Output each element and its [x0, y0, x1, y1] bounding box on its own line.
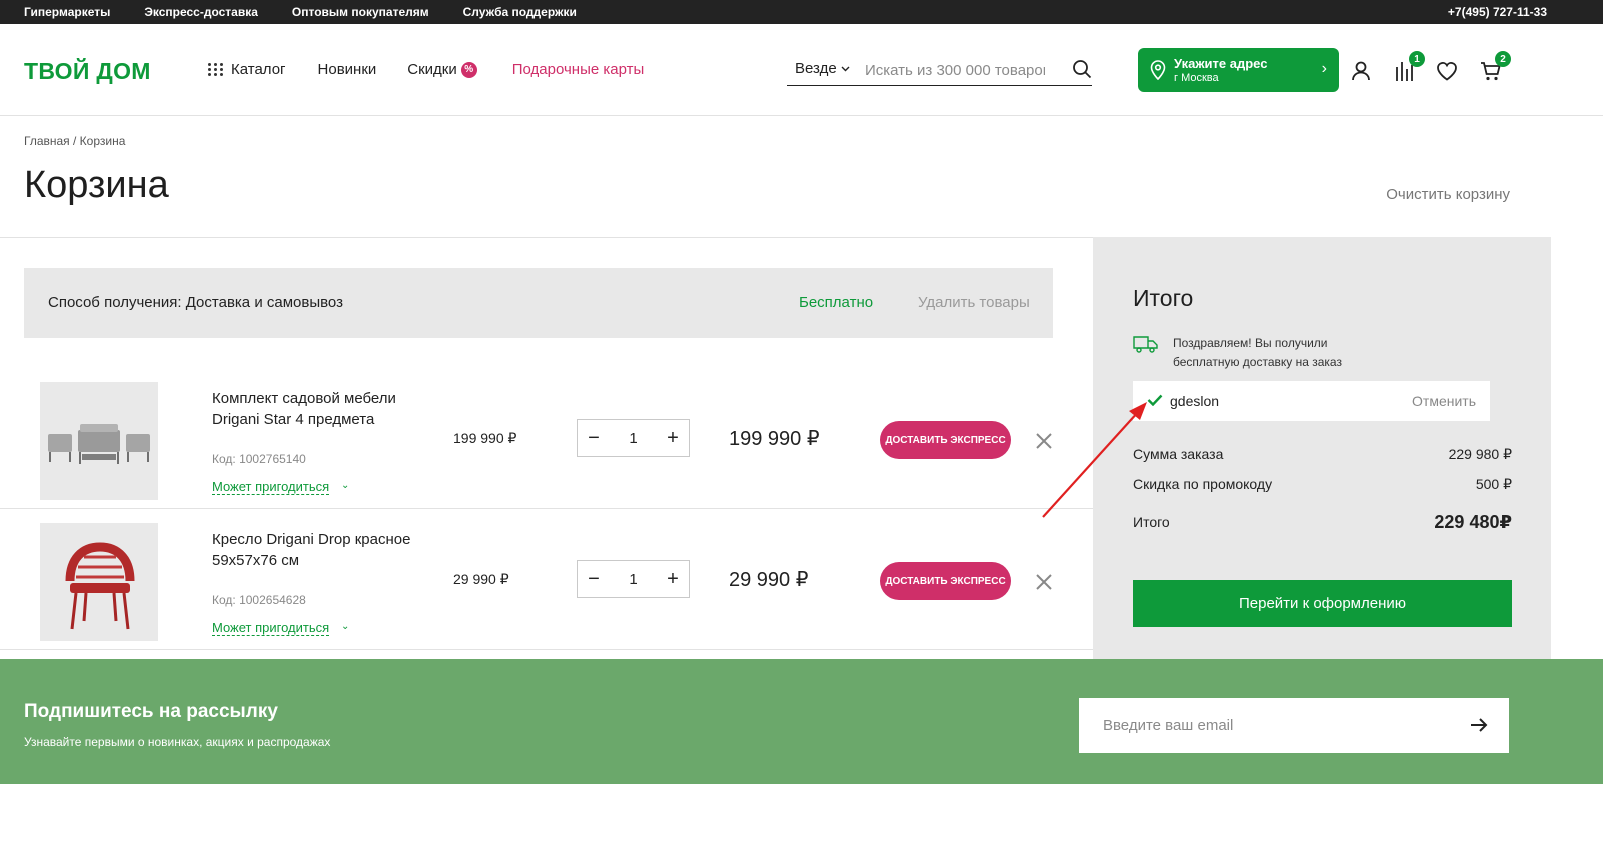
unit-price: 199 990 ₽ — [453, 430, 517, 446]
clear-cart-link[interactable]: Очистить корзину — [1386, 186, 1510, 203]
address-button[interactable]: Укажите адрес г Москва › — [1138, 48, 1339, 92]
product-code: Код: 1002654628 — [212, 593, 306, 607]
compare-icon[interactable]: 1 — [1393, 51, 1425, 83]
top-bar: Гипермаркеты Экспресс-доставка Оптовым п… — [0, 0, 1603, 24]
nav-gift-cards[interactable]: Подарочные карты — [512, 61, 645, 78]
cart-item: Комплект садовой мебели Drigani Star 4 п… — [0, 368, 1093, 509]
nav-catalog[interactable]: Каталог — [208, 61, 286, 78]
grand-total-row: Итого 229 480₽ — [1133, 512, 1512, 532]
decrease-qty-button[interactable]: − — [578, 561, 610, 597]
product-name[interactable]: Кресло Drigani Drop красное 59х57х76 см — [212, 529, 442, 571]
nav-new-label: Новинки — [317, 61, 377, 78]
might-be-useful-link[interactable]: Может пригодиться — [212, 620, 330, 636]
location-pin-icon — [1150, 60, 1166, 80]
arrow-right-icon[interactable] — [1469, 715, 1489, 735]
nav-new[interactable]: Новинки — [318, 61, 377, 78]
product-name[interactable]: Комплект садовой мебели Drigani Star 4 п… — [212, 388, 442, 430]
top-link-hypermarkets[interactable]: Гипермаркеты — [24, 5, 110, 19]
address-city: г Москва — [1174, 72, 1219, 84]
product-code: Код: 1002765140 — [212, 452, 306, 466]
summary-title: Итого — [1133, 285, 1194, 311]
grand-total-label: Итого — [1133, 514, 1170, 530]
chevron-down-icon — [841, 66, 850, 71]
search-bar: Везде — [787, 57, 1092, 86]
increase-qty-button[interactable]: + — [657, 420, 689, 456]
top-link-express[interactable]: Экспресс-доставка — [144, 5, 258, 19]
close-icon[interactable] — [1035, 432, 1053, 450]
quantity-input[interactable] — [610, 561, 657, 597]
newsletter-subtitle: Узнавайте первыми о новинках, акциях и р… — [24, 735, 331, 749]
product-image-chair[interactable] — [40, 523, 158, 641]
increase-qty-button[interactable]: + — [657, 561, 689, 597]
unit-price: 29 990 ₽ — [453, 571, 509, 587]
chevron-down-icon: ⌄ — [341, 621, 350, 632]
check-icon — [1147, 394, 1163, 406]
email-field[interactable] — [1103, 698, 1443, 753]
phone-number[interactable]: +7(495) 727-11-33 — [1448, 5, 1547, 19]
discount-value: 500 ₽ — [1475, 476, 1512, 492]
quantity-stepper: − + — [577, 560, 690, 598]
search-input[interactable] — [865, 57, 1045, 83]
top-links: Гипермаркеты Экспресс-доставка Оптовым п… — [24, 5, 577, 19]
chevron-down-icon: ⌄ — [341, 480, 350, 491]
grand-total-value: 229 480₽ — [1434, 512, 1512, 532]
discount-label: Скидка по промокоду — [1133, 476, 1273, 492]
search-scope-select[interactable]: Везде — [795, 60, 850, 77]
main-nav: Каталог Новинки Скидки % Подарочные карт… — [208, 61, 644, 78]
newsletter-title: Подпишитесь на рассылку — [24, 701, 278, 722]
grid-dots-icon — [208, 63, 224, 76]
product-image-garden-set[interactable] — [40, 382, 158, 500]
profile-icon[interactable] — [1349, 59, 1373, 83]
logo[interactable]: ТВОЙ ДОМ — [24, 58, 151, 85]
divider — [0, 237, 1093, 238]
order-sum-row: Сумма заказа 229 980 ₽ — [1133, 446, 1512, 462]
header: ТВОЙ ДОМ Каталог Новинки Скидки % Подаро… — [0, 24, 1603, 116]
remove-items-link[interactable]: Удалить товары — [918, 294, 1030, 311]
search-scope-label: Везде — [795, 60, 837, 77]
top-link-wholesale[interactable]: Оптовым покупателям — [292, 5, 429, 19]
top-link-support[interactable]: Служба поддержки — [463, 5, 577, 19]
discount-row: Скидка по промокоду 500 ₽ — [1133, 476, 1512, 492]
nav-sale[interactable]: Скидки % — [407, 61, 477, 78]
quantity-stepper: − + — [577, 419, 690, 457]
nav-catalog-label: Каталог — [231, 61, 286, 78]
page-title: Корзина — [24, 164, 169, 206]
express-delivery-button[interactable]: ДОСТАВИТЬ ЭКСПРЕСС — [880, 421, 1011, 459]
order-sum-value: 229 980 ₽ — [1448, 446, 1512, 462]
cart-count-badge: 2 — [1495, 51, 1511, 67]
line-total: 199 990 ₽ — [729, 428, 820, 450]
compare-count-badge: 1 — [1409, 51, 1425, 67]
checkout-button[interactable]: Перейти к оформлению — [1133, 580, 1512, 627]
applied-promo-code: gdeslon Отменить — [1133, 381, 1490, 421]
delivery-truck-icon — [1133, 336, 1158, 353]
nav-sale-label: Скидки — [407, 61, 457, 78]
quantity-input[interactable] — [610, 420, 657, 456]
might-be-useful-link[interactable]: Может пригодиться — [212, 479, 330, 495]
order-sum-label: Сумма заказа — [1133, 446, 1224, 462]
newsletter-email-box — [1079, 698, 1509, 753]
breadcrumb[interactable]: Главная / Корзина — [24, 134, 125, 148]
line-total: 29 990 ₽ — [729, 569, 809, 591]
newsletter-section: Подпишитесь на рассылку Узнавайте первым… — [0, 659, 1603, 784]
chevron-right-icon: › — [1321, 60, 1327, 77]
nav-gift-cards-label: Подарочные карты — [511, 61, 645, 78]
cart-item: Кресло Drigani Drop красное 59х57х76 см … — [0, 509, 1093, 650]
promo-code-value: gdeslon — [1170, 393, 1220, 409]
address-title: Укажите адрес — [1174, 56, 1268, 71]
favorites-heart-icon[interactable] — [1435, 59, 1459, 83]
express-delivery-button[interactable]: ДОСТАВИТЬ ЭКСПРЕСС — [880, 562, 1011, 600]
cancel-promo-link[interactable]: Отменить — [1412, 393, 1476, 409]
delivery-method-bar: Способ получения: Доставка и самовывоз Б… — [24, 268, 1053, 338]
close-icon[interactable] — [1035, 573, 1053, 591]
percent-badge-icon: % — [460, 61, 477, 78]
delivery-price: Бесплатно — [799, 294, 874, 311]
delivery-method-label: Способ получения: Доставка и самовывоз — [48, 294, 343, 311]
free-delivery-message: Поздравляем! Вы получили бесплатную дост… — [1173, 336, 1342, 369]
order-summary-panel: Итого Поздравляем! Вы получили бесплатну… — [1093, 237, 1551, 659]
cart-icon[interactable]: 2 — [1479, 51, 1511, 83]
search-icon[interactable] — [1072, 59, 1092, 79]
decrease-qty-button[interactable]: − — [578, 420, 610, 456]
